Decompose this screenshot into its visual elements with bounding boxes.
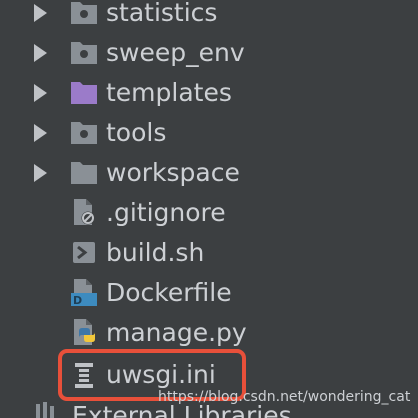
tree-item-label: .gitignore — [106, 198, 226, 227]
watermark-text: https://blog.csdn.net/wondering_cat — [158, 389, 411, 405]
templates-folder-icon — [70, 77, 98, 107]
expand-arrow-icon[interactable] — [34, 84, 47, 102]
gitignore-file-icon — [70, 197, 98, 227]
tree-item-label: templates — [106, 78, 232, 107]
tree-item-tools[interactable]: tools — [0, 113, 418, 153]
expand-arrow-icon[interactable] — [34, 44, 47, 62]
tree-item-label: manage.py — [106, 318, 247, 347]
project-tree-panel: statistics sweep_env templates tools wor… — [0, 0, 418, 418]
tree-item-label: build.sh — [106, 238, 205, 267]
tree-item-manage-py[interactable]: manage.py — [0, 313, 418, 353]
tree-item-workspace[interactable]: workspace — [0, 153, 418, 193]
python-file-icon — [70, 317, 98, 347]
tree-item-dockerfile[interactable]: D Dockerfile — [0, 273, 418, 313]
svg-text:D: D — [73, 294, 82, 307]
tree-item-label: sweep_env — [106, 38, 245, 67]
package-folder-icon — [70, 37, 98, 67]
tree-item-statistics[interactable]: statistics — [0, 0, 418, 33]
package-folder-icon — [70, 0, 98, 27]
folder-icon — [70, 157, 98, 187]
expand-arrow-icon[interactable] — [34, 124, 47, 142]
tree-item-sweep-env[interactable]: sweep_env — [0, 33, 418, 73]
shell-script-icon — [70, 237, 98, 267]
tree-item-label: Dockerfile — [106, 278, 232, 307]
expand-arrow-icon[interactable] — [34, 164, 47, 182]
tree-item-label: workspace — [106, 158, 240, 187]
dockerfile-icon: D — [70, 277, 98, 307]
tree-item-label: statistics — [106, 0, 218, 27]
expand-arrow-icon[interactable] — [34, 4, 47, 22]
tree-item-build-sh[interactable]: build.sh — [0, 233, 418, 273]
tree-item-gitignore[interactable]: .gitignore — [0, 193, 418, 233]
tree-item-templates[interactable]: templates — [0, 73, 418, 113]
package-folder-icon — [70, 117, 98, 147]
libraries-icon — [34, 400, 62, 418]
tree-item-label: tools — [106, 118, 167, 147]
